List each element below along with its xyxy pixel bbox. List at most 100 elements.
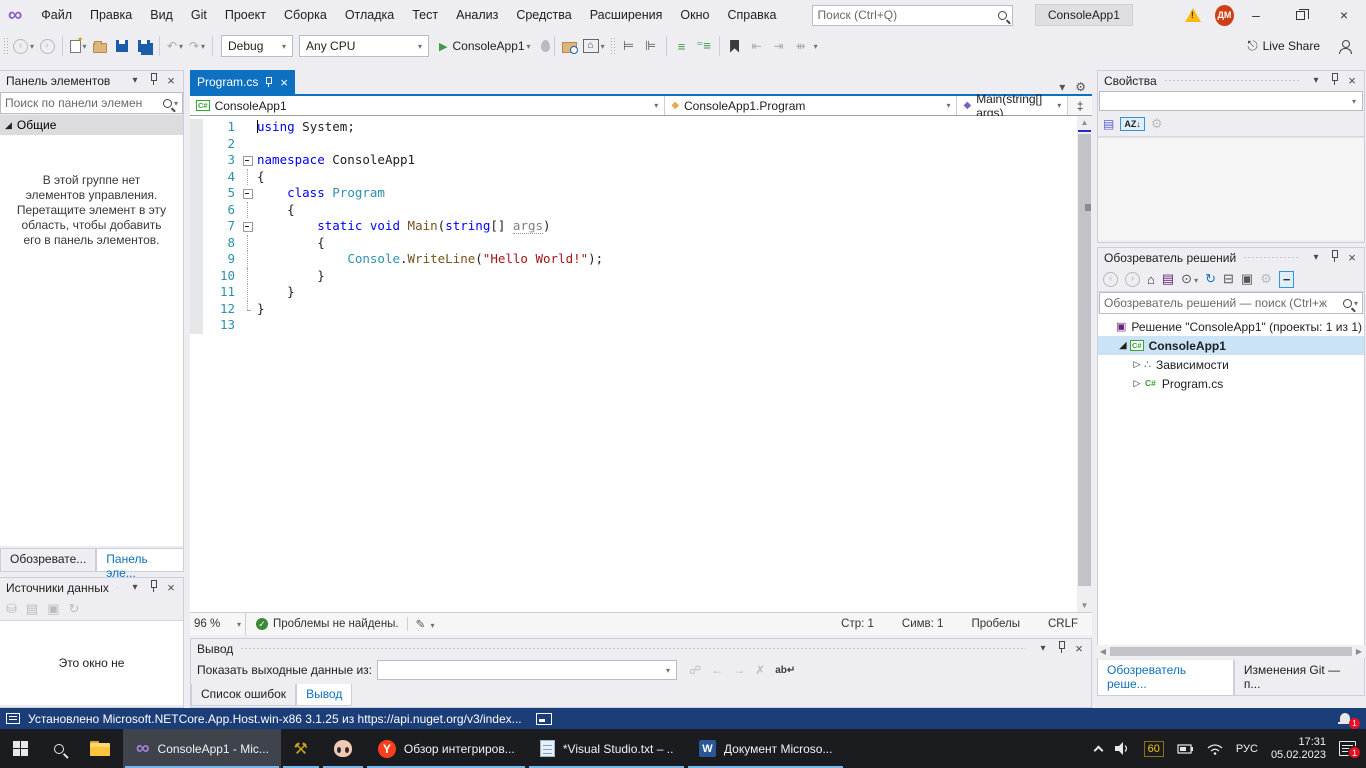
tree-item-consoleapp1[interactable]: ◢C#ConsoleApp1 — [1098, 336, 1364, 355]
breakpoint-gutter[interactable] — [190, 136, 203, 153]
panel-drag-handle[interactable] — [117, 78, 118, 83]
start-debug-button[interactable]: ▶ConsoleApp1▾ — [437, 34, 533, 58]
menu-item-сборка[interactable]: Сборка — [275, 4, 336, 26]
clock[interactable]: 17:31 05.02.2023 — [1271, 736, 1326, 762]
hot-reload-icon[interactable] — [541, 40, 550, 52]
nav-type-combo[interactable]: ◆ ConsoleApp1.Program ▾ — [665, 96, 957, 115]
tab-error-list[interactable]: Список ошибок — [191, 684, 296, 706]
code-line[interactable]: 6 { — [190, 202, 1092, 219]
code-cleanup-icon[interactable]: ✎ ▾ — [416, 617, 435, 631]
scroll-up-icon[interactable]: ▲ — [1077, 118, 1092, 127]
breakpoint-gutter[interactable] — [190, 301, 203, 318]
pin-icon[interactable] — [1326, 250, 1342, 265]
breakpoint-gutter[interactable] — [190, 268, 203, 285]
menu-item-расширения[interactable]: Расширения — [581, 4, 672, 26]
menu-item-git[interactable]: Git — [182, 4, 216, 26]
code-line[interactable]: 7 static void Main(string[] args) — [190, 218, 1092, 235]
line-indicator[interactable]: Стр: 1 — [827, 618, 888, 630]
taskbar-isaac-game[interactable] — [321, 729, 365, 768]
breakpoint-gutter[interactable] — [190, 202, 203, 219]
toolbar-overflow-icon[interactable]: ▾ — [814, 42, 818, 51]
health-status-text[interactable]: Проблемы не найдены. — [273, 618, 399, 630]
redo-button[interactable]: ↷▾ — [186, 34, 208, 58]
battery-icon[interactable] — [1177, 743, 1194, 755]
categorized-icon[interactable]: ▤ — [1103, 117, 1114, 131]
battery-percent-indicator[interactable]: 60 — [1144, 741, 1164, 757]
code-line[interactable]: 2 — [190, 136, 1092, 153]
tray-overflow-chevron-icon[interactable] — [1093, 745, 1103, 755]
panel-drag-handle[interactable] — [1243, 255, 1299, 260]
alphabetical-sort-icon[interactable]: AZ↓ — [1120, 117, 1145, 131]
nav-member-combo[interactable]: ◆ Main(string[] args) ▾ — [957, 96, 1068, 115]
clear-all-icon[interactable]: ✗ — [755, 663, 765, 677]
find-message-icon[interactable]: ☍ — [689, 663, 701, 677]
code-line[interactable]: 3namespace ConsoleApp1 — [190, 152, 1092, 169]
panel-menu-icon[interactable]: ▾ — [127, 75, 143, 86]
breakpoint-gutter[interactable] — [190, 218, 203, 235]
code-line[interactable]: 12} — [190, 301, 1092, 318]
code-line[interactable]: 10 } — [190, 268, 1092, 285]
menu-item-средства[interactable]: Средства — [507, 4, 580, 26]
taskbar-yandex-browser[interactable]: YОбзор интегриров... — [365, 729, 527, 768]
notifications-bell-icon[interactable]: 1 — [1340, 711, 1356, 727]
solution-horizontal-scrollbar[interactable]: ◀ ▶ — [1097, 645, 1365, 658]
forward-icon[interactable]: › — [1125, 272, 1140, 287]
indent-decrease-button[interactable]: ⊨ — [618, 34, 640, 58]
comment-button[interactable]: ≡ — [671, 34, 693, 58]
clear-bookmarks-button[interactable]: ⇻ — [790, 34, 812, 58]
collapsed-arrow-icon[interactable]: ▷ — [1130, 378, 1144, 389]
collapse-all-icon[interactable]: ⊟ — [1223, 271, 1234, 287]
configuration-combo[interactable]: Debug▾ — [221, 35, 293, 57]
scroll-right-icon[interactable]: ▶ — [1353, 647, 1365, 656]
menu-item-правка[interactable]: Правка — [81, 4, 141, 26]
code-line[interactable]: 5 class Program — [190, 185, 1092, 202]
previous-message-icon[interactable]: ← — [711, 663, 723, 677]
outline-collapse-box-icon[interactable] — [239, 218, 257, 235]
menu-item-справка[interactable]: Справка — [718, 4, 785, 26]
scrollbar-thumb[interactable] — [1078, 134, 1091, 586]
close-icon[interactable]: × — [280, 75, 288, 90]
warning-icon[interactable] — [1185, 8, 1201, 22]
add-data-source-icon[interactable]: ⛁ — [6, 601, 17, 617]
pin-icon[interactable] — [265, 77, 273, 87]
zoom-combo[interactable]: 96 % ▾ — [190, 613, 246, 635]
outline-collapse-box-icon[interactable] — [239, 152, 257, 169]
code-line[interactable]: 4{ — [190, 169, 1092, 186]
menu-item-файл[interactable]: Файл — [32, 4, 81, 26]
refresh-icon[interactable]: ↻ — [69, 601, 80, 617]
tab-list-chevron-icon[interactable]: ▾ — [1059, 80, 1065, 94]
code-line[interactable]: 9 Console.WriteLine("Hello World!"); — [190, 251, 1092, 268]
next-message-icon[interactable]: → — [733, 663, 745, 677]
property-pages-wrench-icon[interactable]: ⚙ — [1151, 116, 1163, 132]
panel-menu-icon[interactable]: ▾ — [127, 582, 143, 593]
indent-increase-button[interactable]: ⊫ — [640, 34, 662, 58]
solution-explorer-home-button[interactable]: ⌂▾ — [581, 34, 607, 58]
close-icon[interactable]: × — [163, 580, 179, 595]
show-all-files-icon[interactable]: ▣ — [1241, 271, 1253, 287]
switch-views-icon[interactable]: ▤ — [1162, 271, 1174, 287]
keyboard-language-indicator[interactable]: РУС — [1236, 743, 1258, 755]
taskbar-word[interactable]: WДокумент Microso... — [686, 729, 846, 768]
menu-item-анализ[interactable]: Анализ — [447, 4, 507, 26]
save-button[interactable] — [111, 34, 133, 58]
breakpoint-gutter[interactable] — [190, 152, 203, 169]
restore-button[interactable] — [1278, 0, 1322, 30]
editor-vertical-scrollbar[interactable]: ▲ ▼ — [1077, 116, 1092, 612]
undo-button[interactable]: ↶▾ — [164, 34, 186, 58]
spaces-indicator[interactable]: Пробелы — [957, 618, 1034, 630]
taskbar-game-tool[interactable]: ⚒ — [281, 729, 321, 768]
taskbar-start[interactable] — [0, 729, 41, 768]
scrollbar-thumb[interactable] — [1110, 647, 1352, 656]
wifi-icon[interactable] — [1207, 743, 1223, 755]
toolbox-search-input[interactable] — [5, 96, 163, 110]
breakpoint-gutter[interactable] — [190, 235, 203, 252]
word-wrap-icon[interactable]: ab↵ — [775, 665, 795, 676]
home-icon[interactable]: ⌂ — [1147, 272, 1155, 287]
minimize-button[interactable]: – — [1234, 0, 1278, 30]
column-indicator[interactable]: Симв: 1 — [888, 618, 958, 630]
breakpoint-gutter[interactable] — [190, 284, 203, 301]
menu-item-вид[interactable]: Вид — [141, 4, 182, 26]
preview-selected-icon[interactable]: − — [1279, 271, 1295, 288]
tree-item-program-cs[interactable]: ▷C#Program.cs — [1098, 374, 1364, 393]
solution-search-input[interactable] — [1104, 296, 1343, 310]
